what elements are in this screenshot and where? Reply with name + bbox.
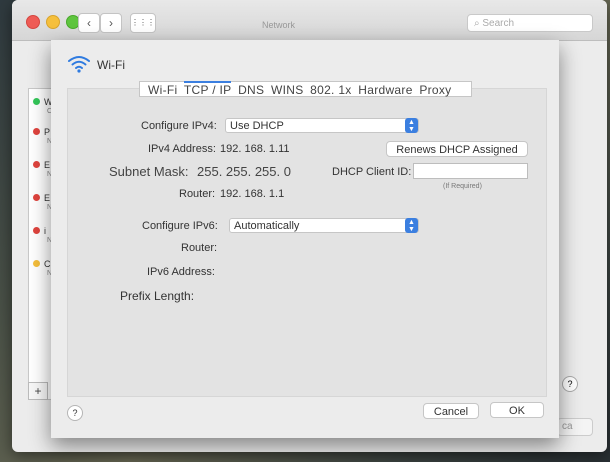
window-title: Network: [262, 20, 296, 30]
background-button[interactable]: ca: [557, 418, 593, 436]
tab-8021x[interactable]: 802. 1x: [310, 83, 351, 97]
router-value: 192. 168. 1.1: [220, 188, 285, 200]
minimize-button[interactable]: [46, 15, 60, 29]
settings-panel: [67, 88, 547, 397]
ipv6-address-label: IPv6 Address:: [147, 266, 215, 278]
popup-arrows-icon: ▲ ▼: [405, 218, 418, 233]
tab-hardware[interactable]: Hardware: [358, 83, 412, 97]
service-name: C: [44, 259, 51, 269]
configure-ipv6-popup[interactable]: Automatically ▲ ▼: [229, 218, 419, 233]
service-name: E: [44, 193, 51, 203]
tab-tcp-ip[interactable]: TCP / IP: [183, 81, 232, 97]
back-button[interactable]: ‹: [78, 13, 100, 33]
dhcp-client-id-label: DHCP Client ID:: [332, 166, 412, 178]
service-item[interactable]: C N: [33, 259, 52, 277]
configure-ipv4-label: Configure IPv4:: [141, 120, 217, 132]
forward-button[interactable]: ›: [100, 13, 122, 33]
ipv4-address-value: 192. 168. 1.11: [220, 143, 290, 155]
status-dot: [33, 98, 40, 105]
dhcp-hint-text: (If Required): [443, 183, 482, 190]
subnet-mask-value: 255. 255. 255. 0: [197, 164, 291, 179]
service-item-wifi[interactable]: W C: [33, 97, 53, 115]
configure-ipv6-value: Automatically: [234, 220, 300, 232]
dhcp-client-id-field[interactable]: [413, 163, 528, 179]
tab-bar: Wi-Fi TCP / IP DNS WINS 802. 1x Hardware…: [139, 81, 472, 97]
configure-ipv6-label: Configure IPv6:: [142, 220, 218, 232]
status-dot: [33, 260, 40, 267]
show-all-grid-button[interactable]: ⋮⋮⋮: [130, 13, 156, 33]
status-dot: [33, 194, 40, 201]
prefix-length-label: Prefix Length:: [120, 289, 195, 303]
configure-ipv4-popup[interactable]: Use DHCP ▲ ▼: [225, 118, 419, 133]
router6-label: Router:: [181, 242, 218, 254]
service-item[interactable]: i N: [33, 226, 52, 244]
status-dot: [33, 227, 40, 234]
tab-dns[interactable]: DNS: [238, 83, 264, 97]
service-name: E: [44, 160, 51, 170]
help-button[interactable]: ?: [562, 376, 578, 392]
ipv4-address-label: IPv4 Address:: [148, 143, 216, 155]
service-item[interactable]: E N: [33, 160, 52, 178]
status-dot: [33, 161, 40, 168]
configure-ipv4-value: Use DHCP: [230, 120, 284, 132]
service-name: i: [44, 226, 46, 236]
title-bar: ‹ › ⋮⋮⋮ Network ⌕ Search: [12, 0, 607, 41]
popup-arrows-icon: ▲ ▼: [405, 118, 418, 133]
tab-proxy[interactable]: Proxy: [419, 83, 451, 97]
search-icon: ⌕: [474, 18, 480, 29]
service-name: P: [44, 127, 51, 137]
tab-wifi[interactable]: Wi-Fi: [148, 83, 177, 97]
add-service-button[interactable]: +: [28, 382, 48, 400]
subnet-mask-label: Subnet Mask:: [109, 164, 189, 179]
renew-dhcp-button[interactable]: Renews DHCP Assigned: [386, 141, 528, 157]
service-item[interactable]: P N: [33, 127, 52, 145]
search-input[interactable]: ⌕ Search: [467, 14, 593, 32]
sheet-title: Wi-Fi: [97, 58, 125, 72]
cancel-button[interactable]: Cancel: [423, 403, 479, 419]
status-dot: [33, 128, 40, 135]
search-placeholder: Search: [482, 18, 515, 29]
service-item[interactable]: E N: [33, 193, 52, 211]
help-button[interactable]: ?: [67, 405, 83, 421]
ok-button[interactable]: OK: [490, 402, 544, 418]
advanced-settings-sheet: Wi-Fi Wi-Fi TCP / IP DNS WINS 802. 1x Ha…: [51, 40, 559, 438]
router-label: Router:: [179, 188, 216, 200]
wifi-icon: [68, 56, 90, 73]
tab-wins[interactable]: WINS: [271, 83, 304, 97]
close-button[interactable]: [26, 15, 40, 29]
